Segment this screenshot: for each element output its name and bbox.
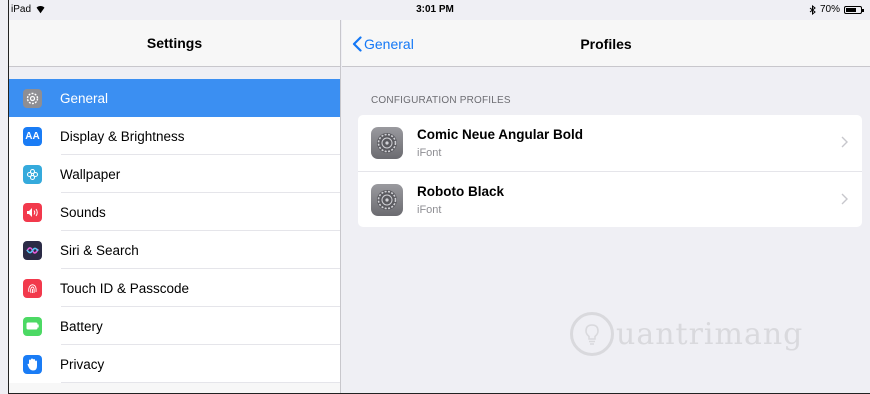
screen: iPad 3:01 PM 70% Settings General AA Dis…: [0, 0, 870, 394]
